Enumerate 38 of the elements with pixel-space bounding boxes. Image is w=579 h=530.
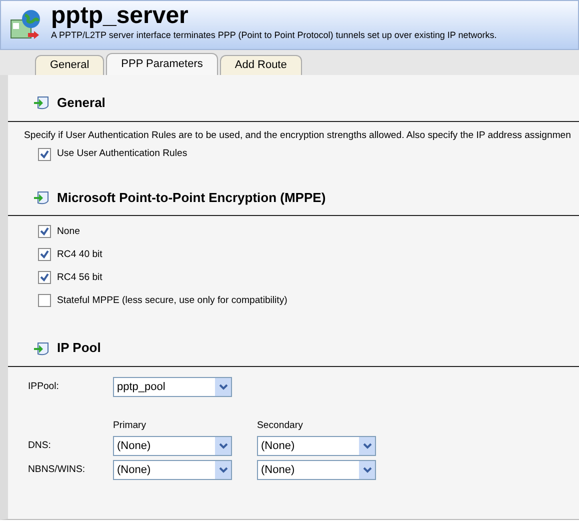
dropdown[interactable]: (None) xyxy=(113,436,232,456)
chevron-down-icon xyxy=(218,443,228,450)
column-header: Secondary xyxy=(257,418,304,433)
section-icon xyxy=(33,190,49,206)
checkbox[interactable] xyxy=(38,225,51,238)
checkbox-label: Use User Authentication Rules xyxy=(57,147,188,162)
checkbox[interactable] xyxy=(38,248,51,262)
column-header: Primary xyxy=(113,418,148,433)
field-label: DNS: xyxy=(28,439,52,454)
field-label: NBNS/WINS: xyxy=(28,463,86,478)
page-title: pptp_server xyxy=(51,3,190,30)
chevron-down-icon xyxy=(218,467,228,474)
section-icon xyxy=(33,95,49,110)
checkbox-label: RC4 40 bit xyxy=(57,248,102,262)
page-description: A PPTP/L2TP server interface terminates PPP (Point to Point Protocol) tunnels set up over existing IP networks. xyxy=(51,29,497,42)
dropdown[interactable]: (None) xyxy=(113,460,232,480)
checkbox-label: Stateful MPPE (less secure, use only for compatibility) xyxy=(57,294,288,308)
checkbox[interactable] xyxy=(38,294,51,308)
field-label: IPPool: xyxy=(28,380,60,394)
section-heading: IP Pool xyxy=(57,339,101,358)
chevron-down-icon xyxy=(362,467,372,474)
dropdown[interactable]: (None) xyxy=(257,460,376,480)
dropdown[interactable]: pptp_pool xyxy=(113,376,232,397)
checkbox-label: RC4 56 bit xyxy=(57,270,102,285)
network-card-icon xyxy=(9,8,43,42)
tab[interactable]: General xyxy=(35,55,104,75)
section-heading: Microsoft Point-to-Point Encryption (MPPE) xyxy=(57,188,326,207)
section-heading: General xyxy=(57,94,106,112)
tab[interactable]: Add Route xyxy=(220,55,302,75)
checkbox-label: None xyxy=(57,224,80,239)
section-icon xyxy=(33,340,49,356)
section-description: Specify if User Authentication Rules are to be used, and the encryption strengths allowed. Also specify the IP address assignmen xyxy=(23,128,572,142)
checkbox[interactable] xyxy=(38,271,51,284)
chevron-down-icon xyxy=(362,443,372,450)
chevron-down-icon xyxy=(218,384,228,390)
dropdown[interactable]: (None) xyxy=(257,436,376,456)
tab[interactable]: PPP Parameters xyxy=(106,53,218,75)
checkbox[interactable] xyxy=(38,148,51,161)
